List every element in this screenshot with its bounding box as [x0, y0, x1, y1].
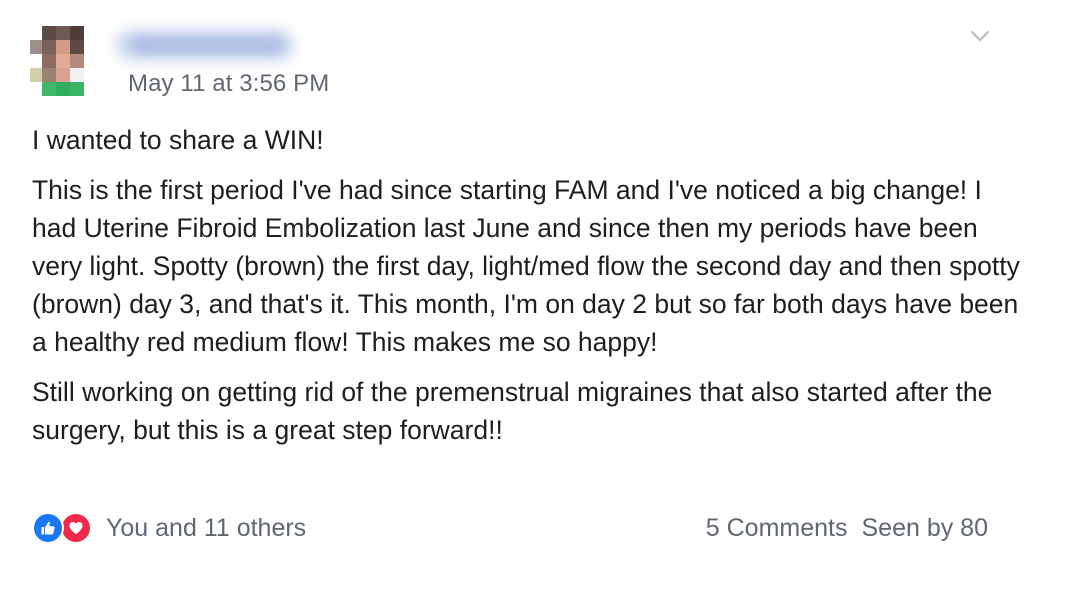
love-icon [60, 512, 92, 544]
seen-by-link[interactable]: Seen by 80 [862, 514, 989, 543]
avatar[interactable] [30, 26, 86, 98]
reaction-icons[interactable] [32, 510, 102, 546]
author-name-blur [132, 37, 282, 53]
like-icon [32, 512, 64, 544]
post-card: May 11 at 3:56 PM I wanted to share a WI… [0, 0, 1078, 594]
reactions-summary[interactable]: You and 11 others [32, 510, 306, 546]
post-paragraph: This is the first period I've had since … [32, 175, 1020, 357]
post-stats: 5 Comments Seen by 80 [706, 510, 988, 546]
post-body: I wanted to share a WIN! This is the fir… [32, 121, 1032, 449]
reactions-count-text[interactable]: You and 11 others [106, 514, 306, 543]
post-paragraph: Still working on getting rid of the prem… [32, 377, 993, 445]
post-paragraph: I wanted to share a WIN! [32, 125, 324, 155]
post-timestamp[interactable]: May 11 at 3:56 PM [128, 70, 329, 98]
comments-count-link[interactable]: 5 Comments [706, 514, 848, 543]
chevron-down-icon[interactable] [968, 26, 992, 46]
